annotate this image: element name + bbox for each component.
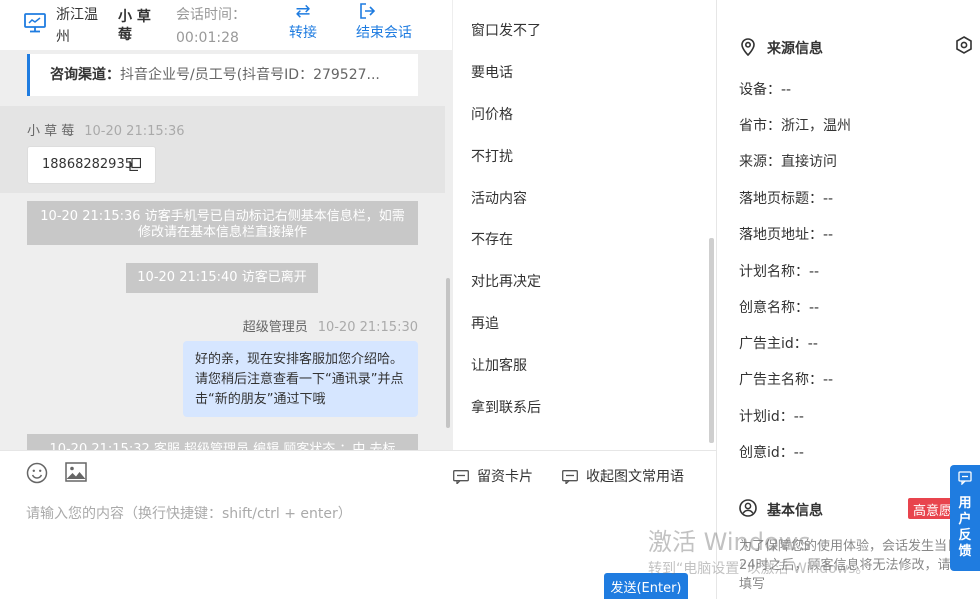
source-info-plan-id: 计划id：-- — [739, 409, 804, 425]
source-info-region: 省市：浙江，温州 — [739, 118, 851, 134]
source-info-advertiser-name: 广告主名称：-- — [739, 372, 834, 388]
chat-panel: 浙江温州 小 草 莓 会话时间： 00:01:28 ⇄ 转接 结束会话 咨询渠道… — [0, 0, 452, 450]
source-info-creative-id: 创意id：-- — [739, 445, 804, 461]
visitor-message-time: 10-20 21:15:36 — [84, 124, 185, 139]
collapse-quick-replies-button[interactable]: 收起图文常用语 — [562, 466, 684, 486]
basic-info-title: 基本信息 — [767, 503, 823, 519]
user-feedback-label: 用户反馈 — [958, 496, 972, 559]
quick-replies-scrollbar[interactable] — [709, 238, 714, 443]
message-input[interactable] — [26, 503, 686, 573]
visitor-name: 小 草 莓 — [118, 9, 151, 43]
emoji-icon[interactable] — [26, 462, 48, 484]
transfer-label: 转接 — [289, 25, 317, 41]
end-chat-button[interactable]: 结束会话 — [356, 2, 418, 42]
visitor-message-header: 小 草 莓 10-20 21:15:36 — [27, 120, 185, 139]
location-pin-icon — [741, 38, 755, 56]
message-composer: 留资卡片 收起图文常用语 发送(Enter) — [0, 450, 716, 599]
quick-reply-item[interactable]: 不打扰 — [471, 146, 513, 166]
channel-label: 咨询渠道： — [50, 67, 120, 83]
system-message: 10-20 21:15:40 访客已离开 — [126, 263, 318, 293]
source-info-device: 设备：-- — [739, 82, 792, 98]
basic-info-note: 为了保障您的使用体验，会话发生当日的24时之后，顾客信息将无法修改，请及时填写 — [739, 539, 977, 592]
message-icon — [562, 470, 578, 486]
session-time-label: 会话时间： — [176, 7, 246, 23]
chat-header: 浙江温州 小 草 莓 会话时间： 00:01:28 ⇄ 转接 结束会话 — [0, 0, 452, 50]
source-info-landing-url: 落地页地址：-- — [739, 227, 834, 243]
source-info-title: 来源信息 — [767, 41, 823, 57]
source-info-plan-name: 计划名称：-- — [739, 264, 820, 280]
quick-reply-item[interactable]: 问价格 — [471, 104, 513, 124]
quick-reply-item[interactable]: 活动内容 — [471, 188, 527, 208]
system-message: 10-20 21:15:32 客服 超级管理员 编辑 顾客状态 ：中 去标 — [27, 434, 418, 450]
collapse-quick-replies-label: 收起图文常用语 — [586, 469, 684, 485]
phone-card: 18868282935 — [27, 146, 156, 184]
channel-value: 抖音企业号/员工号(抖音号ID：279527... — [120, 67, 380, 83]
send-button[interactable]: 发送(Enter) — [604, 573, 688, 599]
session-time: 00:01:28 — [176, 30, 239, 46]
copy-icon[interactable] — [129, 158, 141, 171]
monitor-icon — [24, 13, 46, 33]
agent-message-bubble: 好的亲，现在安排客服加您介绍哈。请您稍后注意查看一下“通讯录”并点击“新的朋友”… — [183, 341, 418, 417]
lead-card-button[interactable]: 留资卡片 — [453, 466, 533, 486]
visitor-info-panel: 来源信息 设备：-- 省市：浙江，温州 来源：直接访问 落地页标题：-- 落地页… — [716, 0, 980, 599]
lead-card-label: 留资卡片 — [477, 469, 533, 485]
agent-message-header: 超级管理员 10-20 21:15:30 — [0, 316, 418, 335]
inquiry-channel: 咨询渠道：抖音企业号/员工号(抖音号ID：279527... — [27, 54, 418, 96]
quick-reply-item[interactable]: 不存在 — [471, 229, 513, 249]
end-chat-label: 结束会话 — [356, 25, 412, 41]
system-message: 10-20 21:15:36 访客手机号已自动标记右侧基本信息栏，如需修改请在基… — [27, 201, 418, 245]
source-info-advertiser-id: 广告主id：-- — [739, 336, 818, 352]
quick-reply-item[interactable]: 拿到联系后 — [471, 397, 541, 417]
source-info-landing-title: 落地页标题：-- — [739, 191, 834, 207]
visitor-location: 浙江温州 — [56, 7, 98, 45]
source-info-creative-name: 创意名称：-- — [739, 300, 820, 316]
visitor-phone: 18868282935 — [42, 157, 133, 172]
agent-message-time: 10-20 21:15:30 — [317, 320, 418, 335]
quick-reply-item[interactable]: 对比再决定 — [471, 271, 541, 291]
agent-name: 超级管理员 — [242, 320, 308, 335]
settings-icon[interactable] — [955, 36, 973, 54]
user-icon — [739, 499, 757, 517]
feedback-icon — [958, 471, 972, 486]
visitor-message-name: 小 草 莓 — [27, 124, 75, 139]
card-icon — [453, 470, 469, 486]
exit-icon — [356, 2, 418, 22]
chat-scrollbar[interactable] — [446, 278, 450, 428]
quick-reply-item[interactable]: 再追 — [471, 313, 499, 333]
image-icon[interactable] — [65, 462, 87, 482]
quick-replies-panel: 窗口发不了 要电话 问价格 不打扰 活动内容 不存在 对比再决定 再追 让加客服… — [452, 0, 716, 450]
quick-reply-item[interactable]: 窗口发不了 — [471, 20, 541, 40]
visitor-message: 小 草 莓 10-20 21:15:36 18868282935 — [0, 106, 445, 193]
source-info-source: 来源：直接访问 — [739, 154, 837, 170]
user-feedback-button[interactable]: 用户反馈 — [950, 465, 980, 571]
quick-reply-item[interactable]: 要电话 — [471, 62, 513, 82]
transfer-icon: ⇄ — [295, 1, 311, 22]
transfer-button[interactable]: ⇄ 转接 — [286, 2, 320, 42]
quick-reply-item[interactable]: 让加客服 — [471, 355, 527, 375]
